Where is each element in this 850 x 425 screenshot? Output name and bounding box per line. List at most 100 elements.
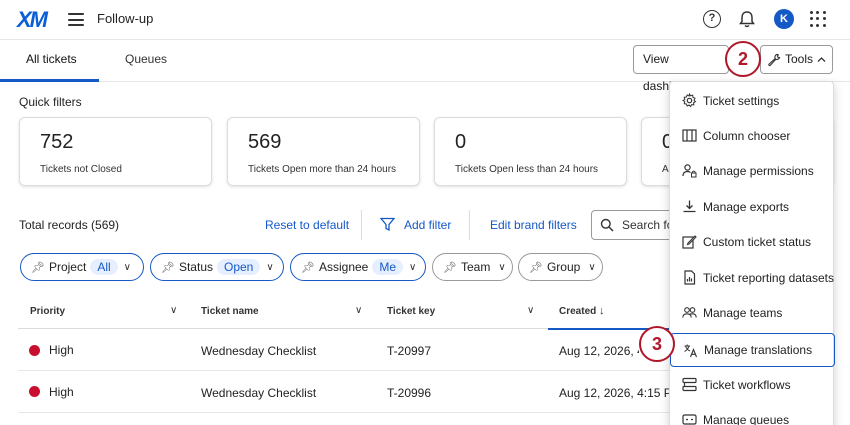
menu-icon[interactable] [68,13,84,26]
card-label: Tickets Open less than 24 hours [455,164,599,175]
filter-chip-status[interactable]: 📌︎ Status Open ∨ [150,253,284,281]
chevron-down-icon: ∨ [498,261,506,273]
menu-item-label: Ticket reporting datasets [703,270,834,285]
pin-icon: 📌︎ [31,261,45,274]
chip-label: Team [460,260,491,274]
quick-filter-card[interactable]: 569 Tickets Open more than 24 hours [227,117,420,186]
active-tab-indicator [0,79,99,82]
app-title: Follow-up [97,11,154,26]
menu-item-label: Manage exports [703,199,790,214]
chevron-down-icon: ∨ [266,261,274,273]
queue-icon [682,412,697,425]
avatar[interactable]: K [774,9,794,29]
cell-ticket-key[interactable]: T-20997 [387,344,431,358]
add-filter-link[interactable]: Add filter [404,218,451,232]
menu-item-column-chooser[interactable]: Column chooser [670,119,835,152]
translate-icon [683,343,698,358]
search-placeholder: Search fo [622,218,674,232]
menu-item-manage-permissions[interactable]: Manage permissions [670,154,835,187]
menu-item-label: Ticket workflows [703,377,791,392]
tools-button[interactable]: Tools [760,45,833,74]
total-records: Total records (569) [19,218,120,232]
edit-brand-filters-link[interactable]: Edit brand filters [490,218,577,232]
step-marker-2: 2 [725,41,761,77]
column-header-priority[interactable]: Priority [30,306,65,317]
reset-to-default-link[interactable]: Reset to default [265,218,349,232]
pin-icon: 📌︎ [301,261,315,274]
filter-icon[interactable] [380,217,395,232]
filter-chip-project[interactable]: 📌︎ Project All ∨ [20,253,144,281]
sort-arrow-down-icon[interactable]: ↓ [599,305,605,317]
menu-item-label: Ticket settings [703,93,780,108]
chevron-down-icon[interactable]: ∨ [527,305,534,316]
view-dashboard-button[interactable]: View dashboard [633,45,729,93]
cell-ticket-name[interactable]: Wednesday Checklist [201,386,316,400]
cell-ticket-key[interactable]: T-20996 [387,386,431,400]
priority-high-icon [29,386,40,397]
chevron-down-icon[interactable]: ∨ [170,305,177,316]
cell-created: Aug 12, 2026, 4: [559,344,639,358]
quick-filters-label: Quick filters [19,95,82,109]
tools-label: Tools [785,52,814,66]
cell-priority: High [49,343,74,357]
filter-chip-assignee[interactable]: 📌︎ Assignee Me ∨ [290,253,426,281]
bell-icon[interactable] [737,9,757,29]
column-header-ticket-name[interactable]: Ticket name [201,306,259,317]
wrench-icon [768,53,781,67]
help-icon[interactable]: ? [703,10,721,28]
quick-filter-card[interactable]: 752 Tickets not Closed [19,117,212,186]
card-label: Tickets not Closed [40,164,122,175]
menu-item-label: Manage queues [703,412,790,425]
tools-dropdown-menu: Ticket settings Column chooser Manage pe… [669,81,835,425]
menu-item-manage-teams[interactable]: Manage teams [670,296,835,329]
menu-item-label: Column chooser [703,128,791,143]
edit-icon [682,234,697,249]
chip-value: Me [372,259,404,275]
menu-item-manage-translations[interactable]: Manage translations [670,333,835,367]
gear-icon [682,93,697,108]
cell-priority: High [49,385,74,399]
chip-value: All [90,259,118,275]
chevron-down-icon: ∨ [123,261,131,273]
menu-item-manage-exports[interactable]: Manage exports [670,190,835,223]
card-count: 752 [40,131,74,153]
quick-filter-card[interactable]: 0 Tickets Open less than 24 hours [434,117,627,186]
dataset-icon [682,270,697,285]
chip-label: Group [546,260,581,274]
divider [361,210,362,240]
tab-all-tickets[interactable]: All tickets [26,52,77,66]
menu-item-manage-queues[interactable]: Manage queues [670,403,835,425]
step-marker-3: 3 [639,326,675,362]
card-count: 569 [248,131,282,153]
column-header-ticket-key[interactable]: Ticket key [387,306,435,317]
card-label: A [662,164,669,175]
chip-label: Assignee [318,260,369,274]
column-header-created[interactable]: Created [559,306,596,317]
menu-item-label: Manage permissions [703,163,814,178]
chevron-down-icon: ∨ [588,261,596,273]
chevron-down-icon[interactable]: ∨ [355,305,362,316]
workflow-icon [682,377,697,392]
menu-item-ticket-workflows[interactable]: Ticket workflows [670,368,835,401]
pin-icon: 📌︎ [529,261,543,274]
apps-grid-icon[interactable] [810,11,826,27]
download-icon [682,199,697,214]
divider [469,210,470,240]
card-count: 0 [455,131,467,153]
menu-item-label: Custom ticket status [703,234,812,249]
menu-item-ticket-reporting-datasets[interactable]: Ticket reporting datasets [670,261,835,294]
menu-item-ticket-settings[interactable]: Ticket settings [670,84,835,117]
menu-item-custom-ticket-status[interactable]: Custom ticket status [670,225,835,258]
tabs-row: All tickets Queues View dashboard Tools [0,40,850,93]
user-lock-icon [682,163,697,178]
cell-ticket-name[interactable]: Wednesday Checklist [201,344,316,358]
xm-logo[interactable]: XM [17,7,48,33]
tab-queues[interactable]: Queues [125,52,167,66]
filter-chip-team[interactable]: 📌︎ Team ∨ [432,253,513,281]
chip-label: Project [48,260,87,274]
pin-icon: 📌︎ [161,261,175,274]
cell-created: Aug 12, 2026, 4:15 PM [559,386,669,400]
priority-high-icon [29,345,40,356]
row-divider [18,370,670,371]
filter-chip-group[interactable]: 📌︎ Group ∨ [518,253,603,281]
